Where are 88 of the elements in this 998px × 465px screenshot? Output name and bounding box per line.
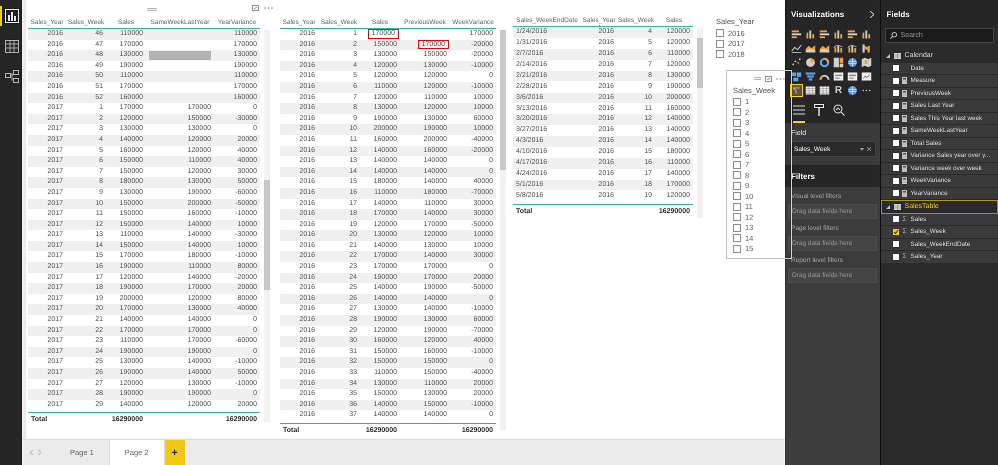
checkbox[interactable] bbox=[892, 228, 899, 235]
checkbox[interactable] bbox=[716, 29, 724, 38]
donut-chart-icon[interactable] bbox=[818, 56, 831, 69]
checkbox[interactable] bbox=[733, 182, 741, 190]
scrollbar-thumb[interactable] bbox=[500, 30, 506, 170]
card-icon[interactable] bbox=[832, 70, 845, 83]
column-chart-icon[interactable] bbox=[832, 28, 845, 41]
checkbox[interactable] bbox=[733, 118, 741, 127]
model-icon[interactable] bbox=[5, 70, 19, 83]
checkbox[interactable] bbox=[733, 129, 741, 138]
table-icon[interactable] bbox=[804, 84, 817, 97]
globe-icon[interactable] bbox=[846, 56, 859, 69]
expanded-icon[interactable] bbox=[886, 54, 890, 58]
checkbox[interactable] bbox=[733, 244, 741, 253]
drag-handle-icon[interactable] bbox=[146, 8, 156, 10]
checkbox[interactable] bbox=[733, 108, 741, 116]
area-chart-icon[interactable] bbox=[804, 42, 817, 55]
checkbox[interactable] bbox=[733, 202, 741, 211]
pane-title: Fields bbox=[886, 10, 910, 18]
checkbox[interactable] bbox=[733, 140, 741, 148]
checkbox[interactable] bbox=[716, 50, 724, 58]
ribbon-chart-icon[interactable] bbox=[860, 42, 873, 55]
focus-mode-icon[interactable] bbox=[765, 76, 772, 82]
focus-mode-icon[interactable] bbox=[252, 5, 259, 11]
column-chart-icon[interactable] bbox=[804, 28, 817, 41]
combo-chart-icon[interactable] bbox=[832, 42, 845, 55]
checkbox[interactable] bbox=[892, 190, 899, 196]
fields-well-icon[interactable] bbox=[793, 103, 805, 123]
checkbox[interactable] bbox=[892, 102, 899, 109]
treemap-icon[interactable] bbox=[832, 56, 845, 69]
scrollbar-thumb[interactable] bbox=[697, 38, 703, 88]
table-icon[interactable] bbox=[818, 84, 831, 97]
table-icon[interactable] bbox=[5, 40, 19, 53]
pane-title: Visualizations bbox=[791, 10, 844, 18]
close-icon[interactable] bbox=[866, 147, 871, 151]
calculator-icon bbox=[902, 127, 908, 134]
caret-icon[interactable] bbox=[860, 148, 864, 150]
scrollbar[interactable] bbox=[697, 28, 703, 218]
checkbox[interactable] bbox=[733, 160, 741, 169]
checkbox[interactable] bbox=[733, 224, 741, 232]
checkbox[interactable] bbox=[733, 171, 741, 180]
checkbox[interactable] bbox=[892, 128, 899, 134]
calculator-icon bbox=[902, 177, 908, 184]
calculator-icon bbox=[902, 102, 908, 110]
card-icon[interactable] bbox=[846, 70, 859, 83]
checkbox[interactable] bbox=[733, 234, 741, 242]
calculator-icon bbox=[902, 140, 908, 147]
pie-chart-icon[interactable] bbox=[804, 56, 817, 69]
checkbox[interactable] bbox=[716, 40, 724, 48]
calculator-icon bbox=[902, 164, 908, 172]
globe-icon[interactable] bbox=[846, 84, 859, 97]
add-page-button[interactable]: + bbox=[164, 440, 185, 465]
drag-handle-icon[interactable] bbox=[754, 77, 761, 80]
area-chart-icon[interactable] bbox=[818, 42, 831, 55]
checkbox[interactable] bbox=[733, 98, 741, 106]
report-icon[interactable] bbox=[5, 9, 19, 23]
kpi-icon[interactable] bbox=[860, 70, 873, 83]
calculator-icon bbox=[902, 90, 908, 97]
calculator-icon bbox=[902, 77, 908, 84]
checkbox[interactable] bbox=[892, 65, 899, 72]
checkbox[interactable] bbox=[892, 241, 899, 248]
slicer-icon[interactable] bbox=[790, 84, 803, 97]
scrollbar-thumb[interactable] bbox=[264, 180, 270, 290]
checkbox[interactable] bbox=[892, 178, 899, 184]
checkbox[interactable] bbox=[733, 150, 741, 158]
combo-chart-icon[interactable] bbox=[846, 42, 859, 55]
checkbox[interactable] bbox=[733, 192, 741, 200]
checkbox[interactable] bbox=[892, 115, 899, 122]
filled-map-icon[interactable] bbox=[860, 56, 873, 69]
checkbox[interactable] bbox=[892, 140, 899, 146]
chevron-right-icon[interactable] bbox=[870, 10, 874, 18]
checkbox[interactable] bbox=[733, 213, 741, 222]
scrollbar[interactable] bbox=[264, 30, 270, 422]
table-icon bbox=[894, 52, 901, 59]
checkbox[interactable] bbox=[892, 165, 899, 172]
calculator-icon bbox=[902, 114, 908, 122]
checkbox[interactable] bbox=[892, 90, 899, 96]
checkbox[interactable] bbox=[892, 78, 899, 84]
shape-map-icon[interactable] bbox=[790, 70, 803, 83]
scrollbar[interactable] bbox=[500, 30, 506, 430]
table-icon bbox=[894, 204, 901, 210]
expanded-icon[interactable] bbox=[886, 204, 890, 209]
checkbox[interactable] bbox=[892, 152, 899, 159]
checkbox[interactable] bbox=[892, 216, 899, 222]
funnel-chart-icon[interactable] bbox=[804, 70, 817, 83]
calculator-icon bbox=[902, 152, 908, 160]
checkbox[interactable] bbox=[892, 254, 899, 260]
calculator-icon bbox=[902, 190, 908, 197]
